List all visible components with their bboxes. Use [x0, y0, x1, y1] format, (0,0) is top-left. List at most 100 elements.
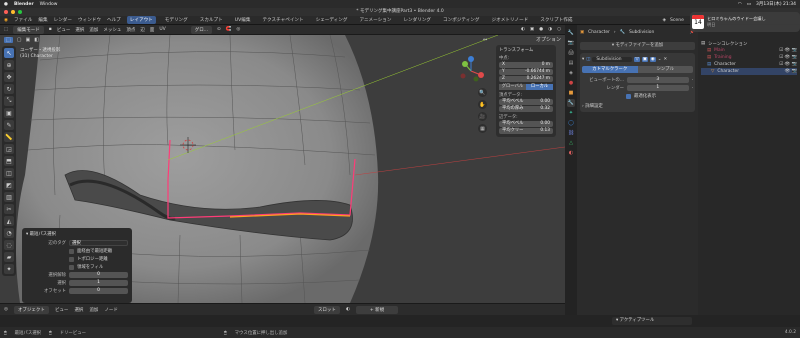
scene-selector[interactable]: Scene [670, 18, 684, 23]
collapse-chevron-icon[interactable]: ▾ [582, 57, 584, 62]
tool-tab-icon[interactable]: 🔧 [567, 29, 575, 37]
add-menu[interactable]: 追加 [89, 27, 98, 33]
tool-knife[interactable]: ✂ [4, 204, 14, 214]
mesh-menu[interactable]: メッシュ [103, 27, 121, 33]
simple-button[interactable]: シンプル [637, 66, 693, 73]
node-menu[interactable]: ノード [104, 307, 118, 313]
particles-tab-icon[interactable]: ✦ [567, 109, 575, 117]
shading-rendered-icon[interactable]: ○ [557, 27, 561, 32]
select-mode-extend-icon[interactable]: ▣ [25, 37, 30, 43]
slot-dropdown[interactable]: スロット [313, 305, 340, 314]
render-toggle-icon[interactable]: ◉ [649, 56, 656, 62]
tool-inset[interactable]: ◫ [4, 168, 14, 178]
transform-icon[interactable]: ↔ [483, 37, 487, 43]
pan-hand-icon[interactable]: ✋ [478, 100, 487, 109]
median-x-field[interactable]: X 0 m [499, 62, 553, 68]
modifier-tab-icon[interactable]: 🔧 [567, 99, 575, 107]
tool-loopcut[interactable]: ▥ [4, 192, 14, 202]
workspace-tab-layout[interactable]: レイアウト [126, 16, 156, 24]
transform-header[interactable]: トランスフォーム [499, 47, 553, 53]
workspace-tab-shading[interactable]: シェーディング [313, 16, 351, 24]
fill-region-checkbox[interactable] [69, 264, 74, 270]
physics-tab-icon[interactable]: ◯ [567, 119, 575, 127]
material-tab-icon[interactable]: ◐ [567, 149, 575, 157]
object-tab-icon[interactable]: ■ [567, 89, 575, 97]
uv-menu[interactable]: UV [159, 27, 165, 32]
topology-distance-row[interactable]: トポロジー距離 [26, 255, 128, 263]
outliner-item-main[interactable]: ▤ Main ☑ 👁 📷 [701, 47, 797, 54]
select-menu[interactable]: 選択 [75, 27, 84, 33]
add-modifier-button[interactable]: ▾ モディファイアーを追加 [580, 42, 695, 50]
select-menu-bottom[interactable]: 選択 [74, 307, 83, 313]
vertex-menu[interactable]: 頂点 [126, 27, 135, 33]
wifi-icon[interactable]: ◠ [738, 2, 742, 7]
workspace-tab-scripting[interactable]: スクリプト作成 [537, 16, 575, 24]
view-menu-bottom[interactable]: ビュー [55, 307, 69, 313]
global-button[interactable]: グローバル [499, 84, 526, 90]
tool-shear[interactable]: ▰ [4, 252, 14, 262]
menu-edit[interactable]: 編集 [38, 17, 47, 23]
workspace-tab-texture-paint[interactable]: テクスチャペイント [259, 16, 306, 24]
topology-distance-checkbox[interactable] [69, 256, 74, 262]
zoom-window-icon[interactable] [18, 10, 22, 14]
vertex-bevel-field[interactable]: 平均ベベル 0.00 [499, 99, 553, 105]
view-menu[interactable]: ビュー [57, 27, 71, 33]
viewport-toggle-icon[interactable]: ▣ [641, 56, 648, 62]
selected-field[interactable]: 1 [69, 280, 128, 286]
edge-bevel-field[interactable]: 平均ベベル 0.00 [499, 121, 553, 127]
op-panel-title[interactable]: ▾ 最短パス選択 [26, 231, 128, 237]
workspace-tab-modeling[interactable]: モデリング [162, 16, 191, 24]
clock[interactable]: 3月13日(木) 21:34 [756, 1, 796, 7]
optimal-display-checkbox[interactable] [626, 93, 631, 99]
select-mode-subtract-icon[interactable]: ◧ [34, 37, 39, 43]
visibility-checkbox[interactable]: ☑ 👁 📷 [779, 48, 797, 53]
tool-add-cube[interactable]: ◲ [4, 144, 14, 154]
ortho-grid-icon[interactable]: ▦ [478, 124, 487, 133]
face-menu[interactable]: 面 [150, 27, 155, 33]
menu-render[interactable]: レンダー [54, 17, 72, 23]
median-z-field[interactable]: Z 0.26247 m [499, 76, 553, 82]
xray-icon[interactable]: ▣ [530, 27, 534, 32]
view-layer-tab-icon[interactable]: ▤ [567, 59, 575, 67]
tool-rotate[interactable]: ↻ [4, 84, 14, 94]
modifier-dropdown-icon[interactable]: ⌄ [658, 57, 662, 62]
tool-polybuild[interactable]: ◭ [4, 216, 14, 226]
render-levels-field[interactable]: 1 [627, 85, 689, 91]
editor-type-node-icon[interactable]: ◎ [4, 307, 8, 312]
tool-scale[interactable]: ⤡ [4, 96, 14, 106]
data-tab-icon[interactable]: △ [567, 139, 575, 147]
snap-icon[interactable]: 🧲 [226, 27, 232, 32]
visibility-checkbox[interactable]: ☑ 👁 📷 [779, 62, 797, 67]
add-menu-bottom[interactable]: 追加 [89, 307, 98, 313]
tool-bevel[interactable]: ◩ [4, 180, 14, 190]
minimize-window-icon[interactable] [11, 10, 15, 14]
select-mode-new-icon[interactable]: ▢ [17, 37, 22, 43]
overlays-icon[interactable]: ◐ [521, 27, 525, 32]
output-tab-icon[interactable]: 🖨 [567, 49, 575, 57]
scene-tab-icon[interactable]: ◈ [567, 69, 575, 77]
new-material-button[interactable]: + 新規 [355, 305, 399, 314]
fill-region-row[interactable]: 領域をフィル [26, 263, 128, 271]
close-window-icon[interactable] [4, 10, 8, 14]
menu-help[interactable]: ヘルプ [107, 17, 121, 23]
calendar-notification[interactable]: 14 ヒロミちゃんのウイドー会議し 明日 [690, 12, 800, 32]
workspace-tab-sculpt[interactable]: スカルプト [197, 16, 226, 24]
catmull-clark-button[interactable]: カトマルクラーク [582, 66, 638, 73]
modifier-remove-icon[interactable]: ✕ [663, 57, 667, 62]
face-stepping-checkbox[interactable] [69, 248, 74, 254]
workspace-tab-geometry-nodes[interactable]: ジオメトリノード [489, 16, 532, 24]
edge-crease-field[interactable]: 平均クリー 0.13 [499, 128, 553, 134]
navigation-gizmo[interactable] [455, 55, 487, 87]
tool-transform[interactable]: ▣ [4, 108, 14, 118]
vertex-select-icon[interactable]: ▪ [49, 27, 52, 32]
timeline-area[interactable]: ▾ アクティブツール [0, 315, 800, 327]
proportional-edit-icon[interactable]: ◎ [236, 27, 240, 32]
outliner-item-character-collection[interactable]: ▤ Character ☑ 👁 📷 [701, 61, 797, 68]
battery-icon[interactable]: ▭ [747, 2, 751, 7]
tool-cursor[interactable]: ⊕ [4, 60, 14, 70]
tool-select[interactable]: ↖ [4, 48, 14, 58]
median-y-field[interactable]: Y -0.66744 m [499, 69, 553, 75]
local-button[interactable]: ローカル [526, 84, 553, 90]
edge-menu[interactable]: 辺 [140, 27, 145, 33]
scene-collection-row[interactable]: ▤ シーンコレクション [701, 40, 797, 47]
